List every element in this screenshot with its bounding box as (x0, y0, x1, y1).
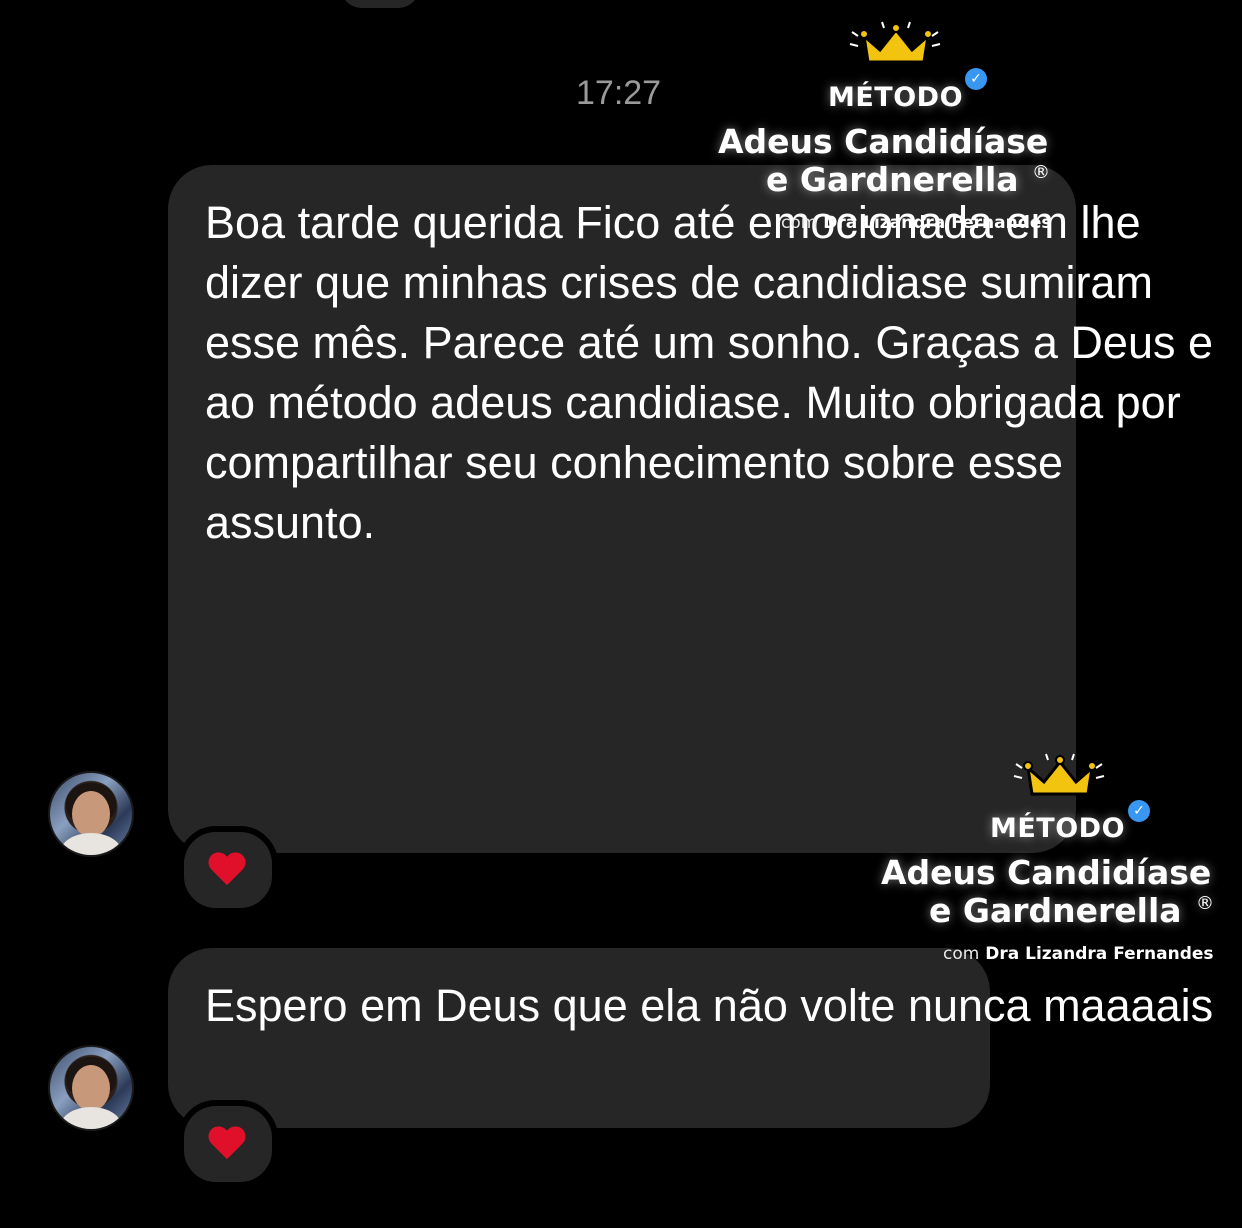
heart-reaction[interactable] (178, 1100, 278, 1188)
message-line: nunca maaaais (907, 980, 1214, 1031)
heart-reaction[interactable] (178, 826, 278, 914)
message-text: Espero em Deus que ela não volte nunca m… (205, 976, 1213, 1036)
sender-avatar[interactable] (48, 771, 134, 857)
message-line: candidiase. (565, 377, 793, 428)
watermark-title-line2: e Gardnerella (766, 160, 1019, 199)
message-bubble[interactable] (168, 948, 990, 1128)
message-line: minhas crises de candidiase sumiram (402, 257, 1153, 308)
watermark-subtitle: com Dra Lizandra Fernandes (943, 944, 1214, 964)
heart-icon (210, 1127, 246, 1161)
registered-icon: ® (1196, 893, 1214, 914)
verified-badge-icon: ✓ (965, 68, 987, 90)
heart-icon (210, 853, 246, 887)
message-line: Espero em Deus que ela não volte (205, 980, 896, 1031)
sender-avatar[interactable] (48, 1045, 134, 1131)
registered-icon: ® (1032, 162, 1050, 183)
watermark-metodo: MÉTODO (828, 82, 964, 113)
message-line: esse mês. Parece até um sonho. (205, 317, 863, 368)
crown-icon (1013, 753, 1105, 796)
previous-message-bubble-edge (340, 0, 420, 8)
message-line: Boa tarde querida (205, 197, 563, 248)
watermark-title-line2: e Gardnerella (929, 891, 1182, 930)
message-text: Boa tarde querida Fico até emocionada em… (205, 193, 1242, 553)
verified-badge-icon: ✓ (1128, 800, 1150, 822)
watermark-title-line1: Adeus Candidíase (881, 853, 1212, 892)
watermark-metodo: MÉTODO (990, 813, 1126, 844)
watermark-title-line1: Adeus Candidíase (718, 122, 1049, 161)
message-timestamp: 17:27 (576, 74, 662, 112)
crown-icon (849, 21, 941, 64)
watermark-subtitle: com Dra Lizandra Fernandes (781, 213, 1052, 233)
